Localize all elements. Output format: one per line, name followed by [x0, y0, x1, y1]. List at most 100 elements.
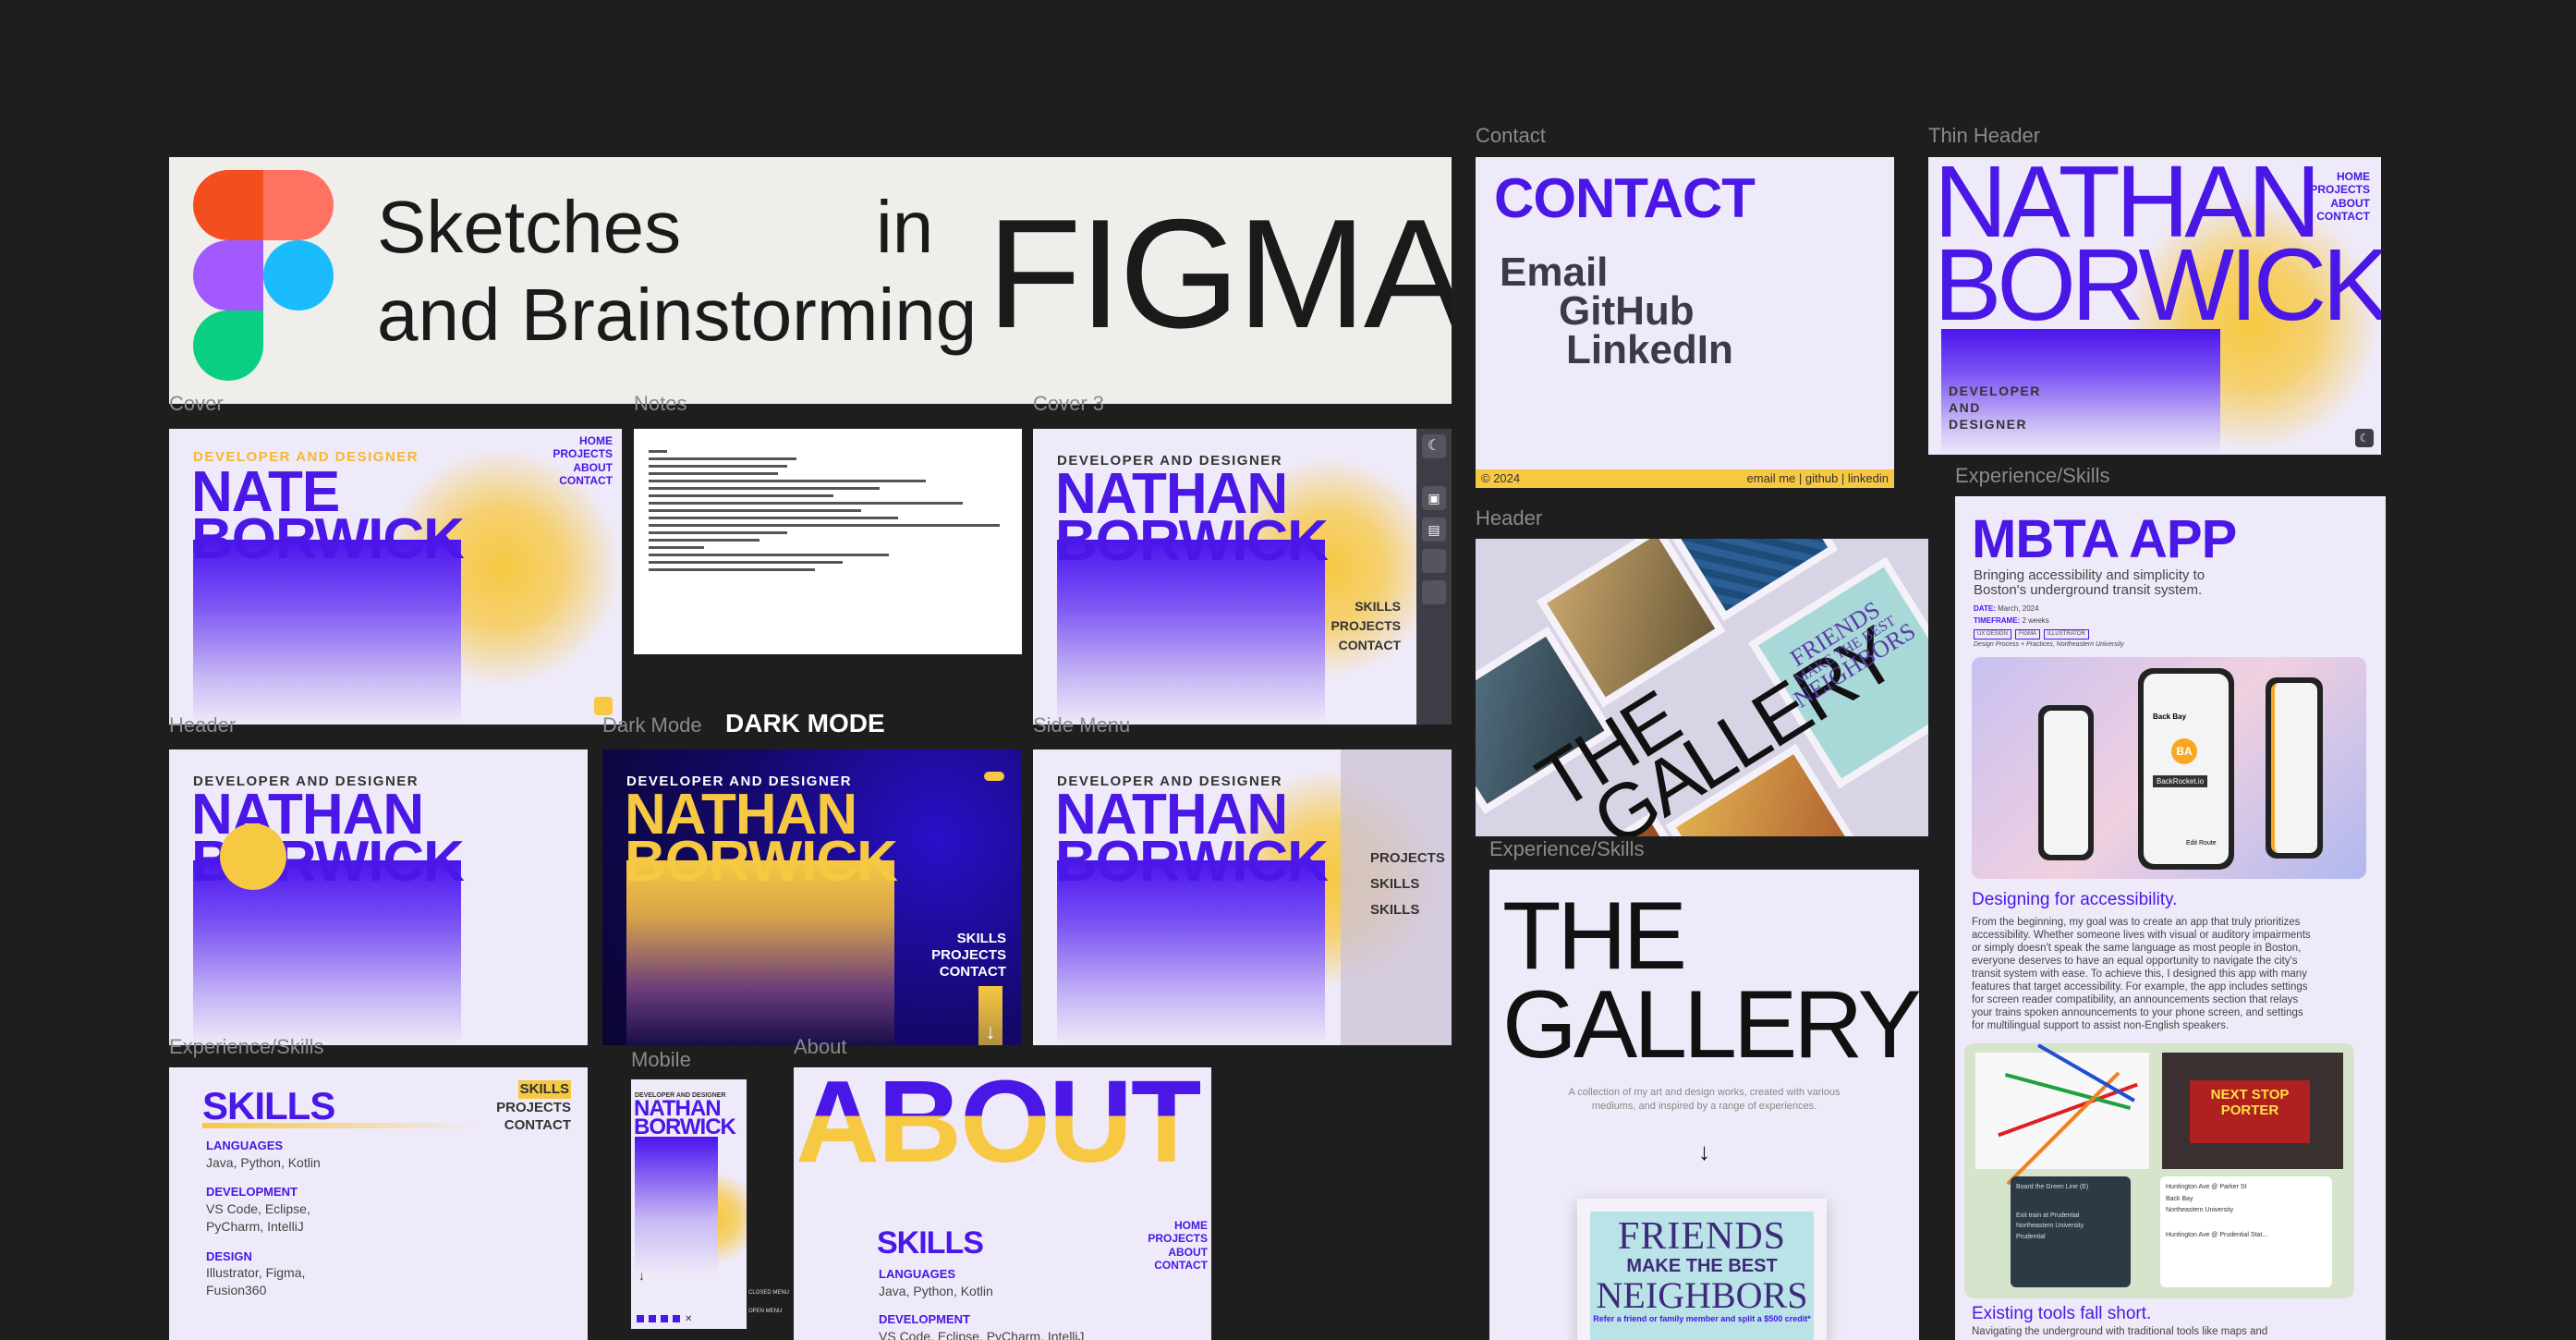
skills-frame[interactable]: SKILLS SKILLS PROJECTS CONTACT LANGUAGES…	[169, 1067, 588, 1340]
banner-word-in: in	[876, 186, 934, 268]
contact-frame[interactable]: CONTACT Email GitHub LinkedIn © 2024 ema…	[1476, 157, 1894, 488]
skill-group-text: VS Code, Eclipse,	[206, 1200, 310, 1216]
toggle-switch[interactable]	[984, 772, 1004, 781]
mbta-subtitle: Bringing accessibility and simplicity to…	[1974, 567, 2205, 598]
figma-logo-icon	[193, 170, 334, 381]
mobile-frame[interactable]: DEVELOPER AND DESIGNER NATHAN BORWICK ↓ …	[631, 1079, 747, 1329]
frame-label-cover: Cover	[169, 392, 224, 415]
mbta-paragraph-2: Navigating the underground with traditio…	[1972, 1326, 2268, 1337]
banner-figma: FIGMA	[987, 187, 1452, 360]
frame-label-notes: Notes	[634, 392, 687, 415]
skills-underline	[202, 1123, 480, 1128]
side-menu-panel: PROJECTS SKILLS SKILLS	[1341, 749, 1452, 1045]
transit-schedule-screen: Huntington Ave @ Parker St Back Bay Nort…	[2160, 1176, 2332, 1287]
footer-copyright: © 2024	[1481, 471, 1521, 485]
nav-icon[interactable]	[637, 1315, 644, 1322]
frame-label-experience-skills: Experience/Skills	[169, 1035, 324, 1058]
gallery-page-title-first: THE	[1502, 883, 1687, 990]
nav-projects[interactable]: PROJECTS	[553, 447, 613, 460]
cover3-toolbar: ☾ ▣ ▤	[1416, 429, 1452, 725]
frame-label-experience-skills-2: Experience/Skills	[1489, 837, 1645, 860]
nav-home[interactable]: HOME	[1148, 1219, 1208, 1232]
side-item-skills-2[interactable]: SKILLS	[1370, 897, 1445, 923]
nav-skills[interactable]: SKILLS	[931, 931, 1006, 947]
scroll-down-arrow-icon[interactable]: ↓	[978, 986, 1002, 1045]
nav-contact[interactable]: CONTACT	[2310, 210, 2370, 223]
cover3-frame[interactable]: DEVELOPER AND DESIGNER NATHAN BORWICK SK…	[1033, 429, 1452, 725]
cursor-circle	[220, 823, 286, 890]
briefcase-icon[interactable]: ▣	[1422, 486, 1446, 510]
side-menu-frame[interactable]: DEVELOPER AND DESIGNER NATHAN BORWICK PR…	[1033, 749, 1452, 1045]
nav-projects[interactable]: PROJECTS	[2310, 183, 2370, 196]
nav-contact[interactable]: CONTACT	[1148, 1259, 1208, 1272]
nav-skills[interactable]: SKILLS	[1218, 597, 1401, 616]
about-group-heading: LANGUAGES	[879, 1267, 956, 1281]
nav-icon[interactable]	[661, 1315, 668, 1322]
notes-frame[interactable]	[634, 429, 1022, 654]
title-banner[interactable]: Sketches in and Brainstorming FIGMA	[169, 157, 1452, 404]
side-item-projects[interactable]: PROJECTS	[1370, 846, 1445, 871]
dark-nav: SKILLS PROJECTS CONTACT	[931, 931, 1006, 981]
contact-title: CONTACT	[1494, 167, 1756, 229]
subway-map	[1975, 1043, 2149, 1186]
scroll-down-arrow-icon[interactable]: ↓	[1489, 1138, 1919, 1166]
nav-about[interactable]: ABOUT	[1148, 1246, 1208, 1259]
mobile-closed-menu-label: CLOSED MENU	[748, 1290, 790, 1296]
nav-projects[interactable]: PROJECTS	[931, 947, 1006, 964]
side-item-skills[interactable]: SKILLS	[1370, 871, 1445, 897]
frame-label-thin-header: Thin Header	[1928, 124, 2041, 147]
moon-icon[interactable]: ☾	[2355, 429, 2374, 447]
frame-label-header-2: Header	[1476, 506, 1543, 530]
tool-icon[interactable]	[1422, 549, 1446, 573]
nav-about[interactable]: ABOUT	[2310, 197, 2370, 210]
frame-label-about: About	[794, 1035, 847, 1058]
nav-icon[interactable]	[673, 1315, 680, 1322]
gallery-page-frame[interactable]: THE GALLERY A collection of my art and d…	[1489, 870, 1919, 1340]
footer-links[interactable]: email me | github | linkedin	[1747, 471, 1889, 485]
nav-projects[interactable]: PROJECTS	[1148, 1232, 1208, 1245]
thin-header-frame[interactable]: NATHAN BORWICK HOME PROJECTS ABOUT CONTA…	[1928, 157, 2381, 455]
nav-contact[interactable]: CONTACT	[553, 474, 613, 487]
phone-mockup	[2038, 705, 2094, 860]
about-nav: HOME PROJECTS ABOUT CONTACT	[1148, 1219, 1208, 1273]
mbta-frame[interactable]: MBTA APP Bringing accessibility and simp…	[1955, 496, 2386, 1340]
frame-label-cover3: Cover 3	[1033, 392, 1105, 415]
nav-icon[interactable]	[649, 1315, 656, 1322]
document-icon[interactable]: ▤	[1422, 518, 1446, 542]
nav-home[interactable]: HOME	[553, 434, 613, 447]
about-frame[interactable]: ABOUT HOME PROJECTS ABOUT CONTACT SKILLS…	[794, 1067, 1211, 1340]
about-title: ABOUT	[796, 1067, 1202, 1180]
cover3-nav: SKILLS PROJECTS CONTACT	[1218, 597, 1401, 655]
nav-about[interactable]: ABOUT	[553, 461, 613, 474]
dark-mode-frame[interactable]: DEVELOPER AND DESIGNER NATHAN BORWICK SK…	[602, 749, 1021, 1045]
mobile-name-last: BORWICK	[634, 1115, 736, 1139]
tag-badge: FIGMA	[2015, 628, 2041, 640]
close-icon[interactable]: ✕	[685, 1314, 692, 1324]
transit-app-screen: Board the Green Line (E) Exit train at P…	[2011, 1176, 2131, 1287]
tag-badge: ILLUSTRATOR	[2044, 628, 2089, 640]
nav-projects[interactable]: PROJECTS	[496, 1099, 571, 1117]
side-name-last: BORWICK	[1055, 830, 1329, 894]
moon-icon[interactable]: ☾	[1422, 434, 1446, 458]
mobile-arrow-icon[interactable]: ↓	[638, 1268, 645, 1283]
gallery-header-frame[interactable]: THE GALLERY FRIENDS MAKE THE BEST NEIGHBOR…	[1476, 539, 1928, 836]
about-skills-heading: SKILLS	[877, 1225, 984, 1261]
nav-home[interactable]: HOME	[2310, 170, 2370, 183]
header-frame[interactable]: DEVELOPER AND DESIGNER NATHAN BORWICK	[169, 749, 588, 1045]
nav-contact[interactable]: CONTACT	[496, 1116, 571, 1135]
theme-toggle-icon[interactable]	[594, 697, 613, 715]
frame-label-side-menu: Side Menu	[1033, 713, 1131, 737]
dark-name-last: BORWICK	[625, 830, 898, 894]
nav-contact[interactable]: CONTACT	[931, 964, 1006, 981]
mobile-open-menu-label: OPEN MENU	[748, 1309, 783, 1314]
cover-name-last: BORWICK	[191, 507, 465, 571]
contact-linkedin-link[interactable]: LinkedIn	[1566, 327, 1733, 373]
gallery-poster: FRIENDS MAKE THE BEST NEIGHBORS Refer a …	[1577, 1199, 1827, 1340]
cover-frame[interactable]: DEVELOPER AND DESIGNER NATE BORWICK HOME…	[169, 429, 622, 725]
cover3-name-last: BORWICK	[1055, 509, 1329, 573]
tool-icon[interactable]	[1422, 580, 1446, 604]
nav-skills[interactable]: SKILLS	[517, 1080, 571, 1099]
nav-contact[interactable]: CONTACT	[1218, 636, 1401, 655]
skill-group-text: Java, Python, Kotlin	[206, 1154, 321, 1170]
nav-projects[interactable]: PROJECTS	[1218, 616, 1401, 636]
